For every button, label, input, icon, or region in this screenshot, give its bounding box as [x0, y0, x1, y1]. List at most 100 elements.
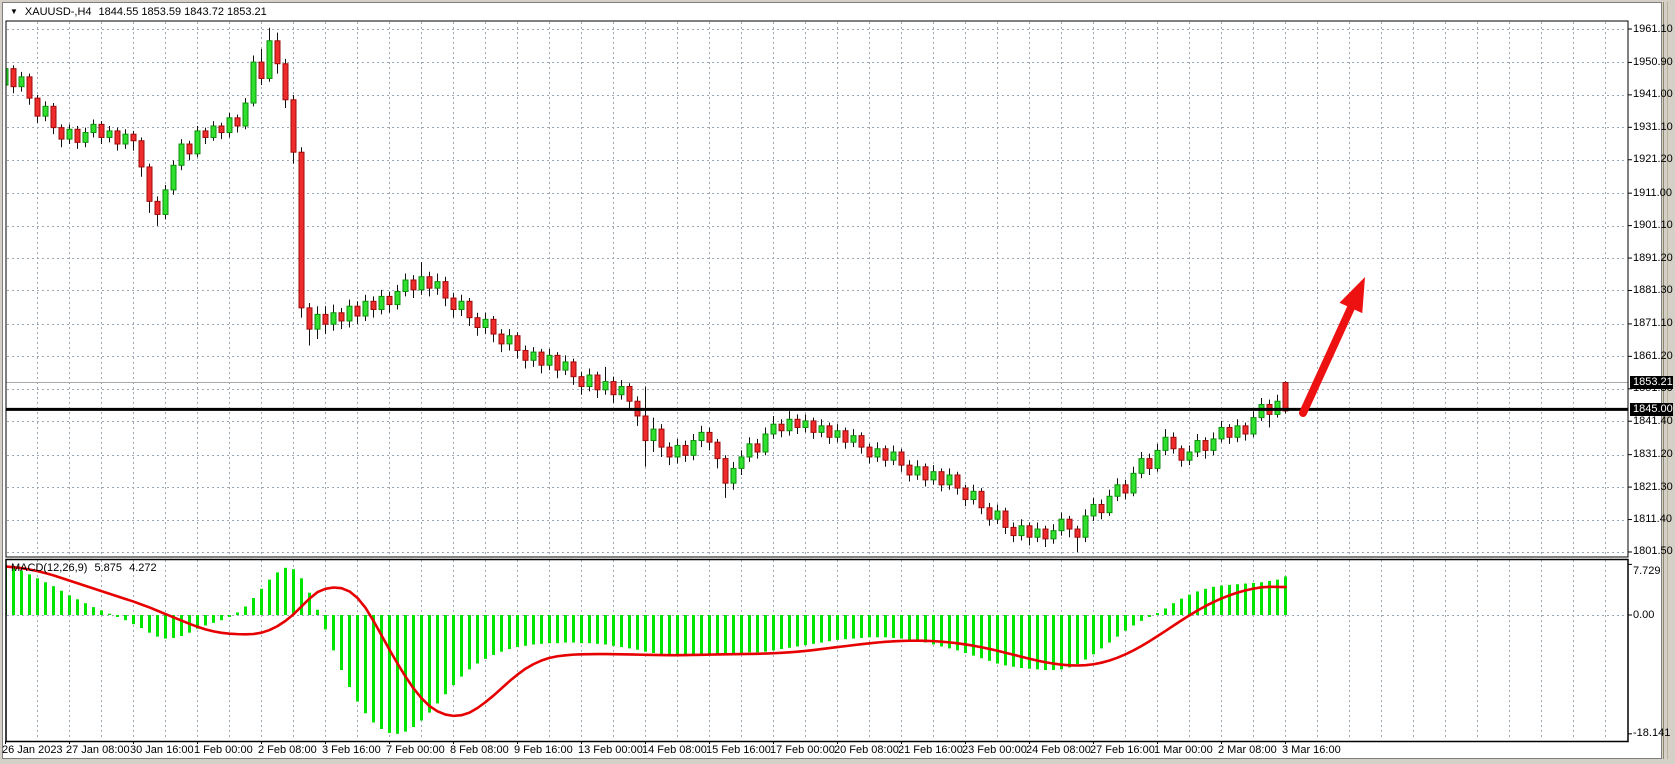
- macd-bar: [812, 615, 815, 644]
- candle: [259, 49, 264, 85]
- candle: [299, 147, 304, 317]
- candle-body: [747, 444, 752, 457]
- candle: [1019, 519, 1024, 540]
- price-axis-label: 1821.30: [1633, 481, 1673, 494]
- candle: [787, 411, 792, 436]
- macd-axis-label: -18.141: [1633, 727, 1670, 740]
- candle: [715, 439, 720, 468]
- candle-body: [691, 441, 696, 456]
- candle-body: [1059, 519, 1064, 530]
- macd-bar: [396, 615, 399, 734]
- price-axis-label: 1901.10: [1633, 219, 1673, 232]
- candle: [459, 295, 464, 316]
- time-axis-label: 20 Feb 08:00: [834, 744, 899, 757]
- candle: [211, 121, 216, 141]
- time-axis-label: 3 Mar 16:00: [1282, 744, 1341, 757]
- candle-body: [939, 472, 944, 485]
- macd-bar: [860, 615, 863, 638]
- macd-bar: [300, 578, 303, 615]
- time-axis-label: 13 Feb 00:00: [578, 744, 643, 757]
- macd-bar: [1132, 615, 1135, 625]
- macd-bar: [684, 615, 687, 656]
- candle-body: [1211, 439, 1216, 450]
- candle-body: [915, 467, 920, 475]
- candle: [307, 303, 312, 346]
- time-axis-label: 27 Jan 08:00: [66, 744, 130, 757]
- time-axis-label: 15 Feb 16:00: [706, 744, 771, 757]
- candle-body: [1051, 531, 1056, 539]
- candle: [451, 293, 456, 318]
- candle-body: [1187, 452, 1192, 460]
- candle: [291, 95, 296, 164]
- candle-body: [323, 314, 328, 324]
- candle-body: [315, 314, 320, 329]
- macd-bar: [1140, 615, 1143, 621]
- candle-body: [371, 301, 376, 309]
- macd-bar: [164, 615, 167, 639]
- candle: [571, 359, 576, 385]
- candle-body: [211, 126, 216, 137]
- macd-signal-value: 4.272: [129, 562, 157, 574]
- candle: [947, 468, 952, 489]
- candle: [1251, 411, 1256, 437]
- candle: [283, 59, 288, 108]
- candle: [107, 126, 112, 142]
- macd-bar: [1244, 584, 1247, 615]
- candle: [771, 416, 776, 439]
- price-pane-content: [3, 28, 1628, 552]
- candle-body: [163, 190, 168, 215]
- macd-bar: [588, 615, 591, 643]
- macd-bar: [908, 615, 911, 640]
- candle: [987, 503, 992, 526]
- candle: [371, 296, 376, 317]
- candle: [915, 460, 920, 480]
- candle-body: [1259, 405, 1264, 418]
- macd-bar: [84, 603, 87, 615]
- macd-bar: [788, 615, 791, 648]
- macd-bar: [868, 615, 871, 637]
- time-axis-label: 3 Feb 16:00: [322, 744, 381, 757]
- macd-bar: [372, 615, 375, 722]
- macd-bar: [916, 615, 919, 641]
- candle-body: [707, 432, 712, 442]
- candle-body: [659, 429, 664, 447]
- candle: [995, 504, 1000, 524]
- macd-bar: [284, 568, 287, 615]
- price-axis-label: 1871.10: [1633, 317, 1673, 330]
- macd-bar: [548, 615, 551, 643]
- macd-bar: [1084, 615, 1087, 660]
- candle-body: [987, 508, 992, 519]
- time-axis-label: 2 Feb 08:00: [258, 744, 317, 757]
- candle: [1235, 419, 1240, 442]
- candle-body: [259, 62, 264, 78]
- candle: [1027, 522, 1032, 545]
- candle-body: [299, 152, 304, 308]
- macd-bar: [12, 567, 15, 615]
- macd-bar: [316, 610, 319, 615]
- macd-bar: [716, 615, 719, 654]
- candle-body: [1011, 527, 1016, 535]
- macd-bar: [628, 615, 631, 648]
- candle: [483, 313, 488, 334]
- macd-bar: [148, 615, 151, 633]
- candle: [267, 28, 272, 82]
- candle: [883, 445, 888, 466]
- candle-body: [955, 475, 960, 488]
- macd-bar: [1100, 615, 1103, 648]
- candle: [659, 424, 664, 457]
- candle: [51, 103, 56, 134]
- macd-bar: [388, 615, 391, 733]
- candle-body: [451, 298, 456, 309]
- macd-bar: [636, 615, 639, 650]
- time-axis-label: 21 Feb 16:00: [898, 744, 963, 757]
- candle-body: [1003, 511, 1008, 527]
- candle: [627, 383, 632, 409]
- candle: [163, 185, 168, 219]
- candle-body: [147, 167, 152, 201]
- chart-canvas[interactable]: [0, 0, 1675, 764]
- candle-body: [827, 426, 832, 437]
- macd-bar: [756, 615, 759, 652]
- macd-bar: [1004, 615, 1007, 665]
- trend-arrow[interactable]: [1303, 277, 1365, 413]
- hline-price-tag[interactable]: 1845.00: [1630, 403, 1673, 416]
